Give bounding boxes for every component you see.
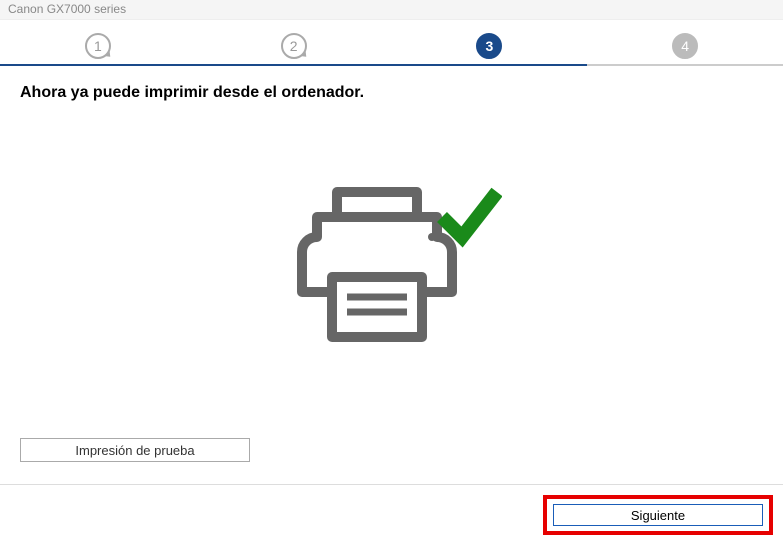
main-content: Ahora ya puede imprimir desde el ordenad… xyxy=(0,66,783,466)
test-print-button[interactable]: Impresión de prueba xyxy=(20,438,250,462)
footer-bar: Siguiente xyxy=(0,484,783,551)
step-done-arrow-icon xyxy=(104,50,113,59)
step-1-circle: 1 xyxy=(85,33,111,59)
status-message: Ahora ya puede imprimir desde el ordenad… xyxy=(20,84,763,102)
step-1-label: 1 xyxy=(94,38,102,54)
step-3-circle: 3 xyxy=(476,33,502,59)
step-3: 3 xyxy=(392,33,588,59)
step-2: 2 xyxy=(196,33,392,59)
checkmark-icon xyxy=(442,192,497,237)
printer-success-icon xyxy=(282,182,502,362)
step-4-circle: 4 xyxy=(672,33,698,59)
step-2-circle: 2 xyxy=(281,33,307,59)
step-2-label: 2 xyxy=(290,38,298,54)
window-title: Canon GX7000 series xyxy=(8,2,126,16)
printer-illustration xyxy=(20,182,763,362)
progress-stepper: 1 2 3 4 xyxy=(0,26,783,66)
window-titlebar: Canon GX7000 series xyxy=(0,0,783,20)
next-button-highlight: Siguiente xyxy=(543,495,773,535)
printer-icon xyxy=(302,192,452,337)
step-4-label: 4 xyxy=(681,38,689,54)
step-3-label: 3 xyxy=(485,38,493,54)
next-button[interactable]: Siguiente xyxy=(553,504,763,526)
step-1: 1 xyxy=(0,33,196,59)
step-4: 4 xyxy=(587,33,783,59)
step-done-arrow-icon xyxy=(300,50,309,59)
